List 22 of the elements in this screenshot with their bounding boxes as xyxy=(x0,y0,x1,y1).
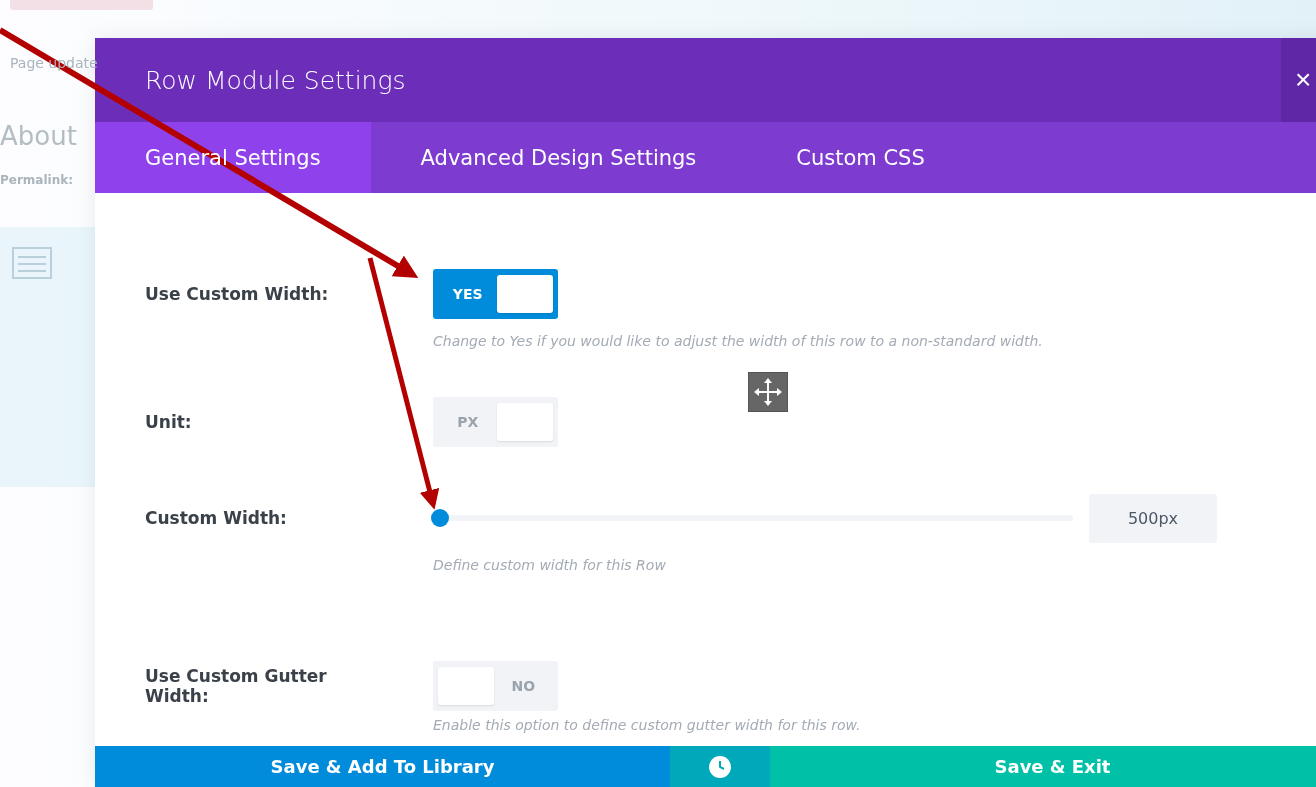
clock-icon xyxy=(708,754,732,779)
hint-text: Enable this option to define custom gutter width for this row. xyxy=(433,717,862,733)
move-icon xyxy=(753,377,783,407)
close-button[interactable]: × xyxy=(1281,38,1316,122)
value-field[interactable]: 500px xyxy=(1089,493,1217,543)
toggle-switch[interactable]: YES xyxy=(433,269,558,319)
tab[interactable]: Advanced Design Settings xyxy=(370,122,747,193)
setting-label: Use Custom Gutter Width: xyxy=(145,666,328,706)
background-heading: About xyxy=(0,121,78,151)
tab[interactable]: Custom CSS xyxy=(746,122,975,193)
setting-label: Use Custom Width: xyxy=(145,284,330,304)
setting-label: Custom Width: xyxy=(145,508,288,528)
hint-text: Change to Yes if you would like to adjust the width of this row to a non-standard width. xyxy=(433,333,1044,349)
background-permalink: Permalink: xyxy=(0,173,74,187)
save-library-button[interactable]: Save & Add To Library xyxy=(95,746,670,787)
hint-text: Define custom width for this Row xyxy=(433,557,667,573)
document-icon xyxy=(12,247,52,279)
move-handle[interactable] xyxy=(748,372,788,412)
slider-thumb[interactable] xyxy=(431,509,449,527)
modal-title: Row Module Settings xyxy=(145,65,406,95)
setting-label: Unit: xyxy=(145,412,193,432)
history-button[interactable] xyxy=(670,746,770,787)
